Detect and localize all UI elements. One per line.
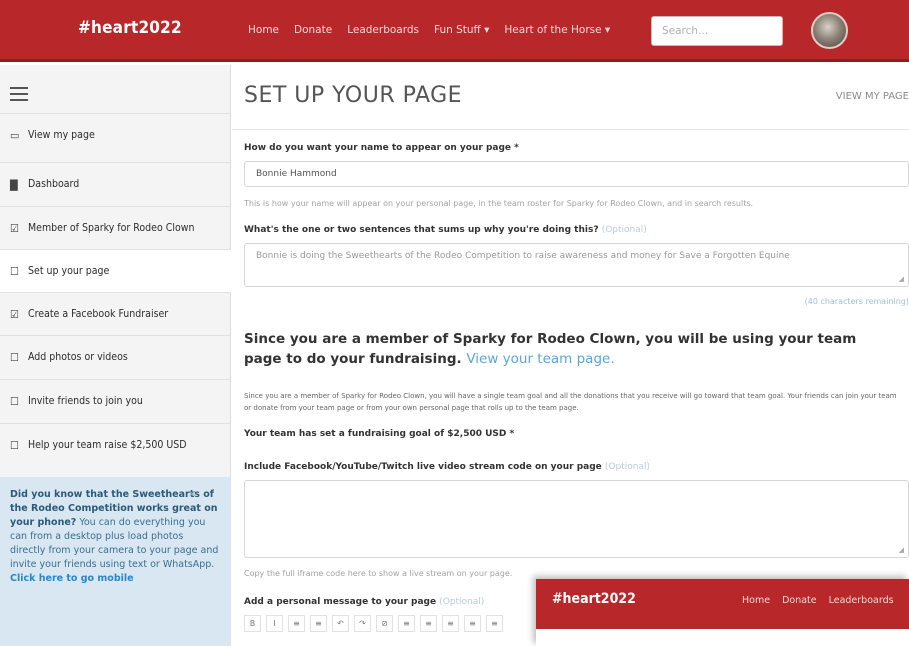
undo-icon[interactable]: ↶: [332, 615, 349, 632]
optional-tag: (Optional): [604, 462, 650, 472]
page-title: SET UP YOUR PAGE: [244, 83, 463, 108]
sidebar-item-facebook-fundraiser[interactable]: ☑ Create a Facebook Fundraiser: [0, 292, 231, 335]
preview-nav-leaderboards: Leaderboards: [828, 595, 894, 606]
sidebar-item-label: Dashboard: [28, 178, 80, 190]
unchecked-box-icon: ☐: [10, 264, 19, 278]
sidebar-item-help-team-raise[interactable]: ☐ Help your team raise $2,500 USD: [0, 423, 231, 466]
checked-box-icon: ☑: [10, 307, 19, 321]
redo-icon[interactable]: ↷: [354, 615, 371, 632]
sidebar-item-label: Invite friends to join you: [28, 395, 143, 407]
team-heading: Since you are a member of Sparky for Rod…: [244, 331, 857, 367]
nav-donate[interactable]: Donate: [294, 24, 332, 36]
sidebar-item-add-photos[interactable]: ☐ Add photos or videos: [0, 335, 231, 378]
summary-label: What's the one or two sentences that sum…: [244, 225, 647, 235]
top-navbar: #heart2022 Home Donate Leaderboards Fun …: [0, 0, 909, 62]
optional-tag: (Optional): [439, 597, 485, 607]
preview-body: [536, 629, 909, 646]
sidebar: ▭ View my page ▇ Dashboard ☑ Member of S…: [0, 65, 231, 646]
bar-chart-icon: ▇: [10, 177, 18, 191]
preview-nav-home: Home: [742, 595, 771, 606]
resize-handle-icon[interactable]: ◢: [899, 275, 904, 283]
sidebar-item-view-my-page[interactable]: ▭ View my page: [0, 113, 231, 156]
main-content: SET UP YOUR PAGE VIEW MY PAGE How do you…: [232, 65, 909, 646]
team-paragraph: Since you are a member of Sparky for Rod…: [244, 392, 897, 412]
italic-icon[interactable]: I: [266, 615, 283, 632]
name-help-text: This is how your name will appear on you…: [244, 199, 754, 208]
goal-label: Your team has set a fundraising goal of …: [244, 429, 515, 439]
sidebar-item-invite-friends[interactable]: ☐ Invite friends to join you: [0, 379, 231, 422]
indent-icon[interactable]: ≡: [486, 615, 503, 632]
preview-window: #heart2022 Home Donate Leaderboards: [536, 579, 909, 646]
view-team-page-link[interactable]: View your team page.: [466, 351, 614, 367]
video-label: Include Facebook/YouTube/Twitch live vid…: [244, 462, 650, 472]
unchecked-box-icon: ☐: [10, 438, 19, 452]
close-icon[interactable]: ×: [188, 487, 197, 501]
preview-nav-donate: Donate: [782, 595, 817, 606]
go-mobile-link[interactable]: Click here to go mobile: [10, 573, 134, 584]
preview-nav: Home Donate Leaderboards: [742, 595, 894, 606]
view-my-page-link[interactable]: VIEW MY PAGE: [836, 91, 909, 102]
sidebar-item-set-up-page[interactable]: ☐ Set up your page: [0, 249, 231, 292]
unchecked-box-icon: ☐: [10, 350, 19, 364]
clear-format-icon[interactable]: ⊘: [376, 615, 393, 632]
brand-logo[interactable]: #heart2022: [78, 18, 182, 38]
optional-tag: (Optional): [601, 225, 647, 235]
sidebar-item-label: Create a Facebook Fundraiser: [28, 308, 169, 320]
align-left-icon[interactable]: ≡: [398, 615, 415, 632]
sidebar-item-member-of-team[interactable]: ☑ Member of Sparky for Rodeo Clown: [0, 206, 231, 249]
align-right-icon[interactable]: ≡: [442, 615, 459, 632]
video-embed-textarea[interactable]: ◢: [244, 480, 909, 558]
message-label: Add a personal message to your page (Opt…: [244, 597, 485, 607]
justify-icon[interactable]: ≡: [464, 615, 481, 632]
main-nav: Home Donate Leaderboards Fun Stuff ▾ Hea…: [248, 24, 610, 36]
sidebar-item-label: Set up your page: [28, 265, 110, 277]
bold-icon[interactable]: B: [244, 615, 261, 632]
checked-box-icon: ☑: [10, 221, 19, 235]
unchecked-box-icon: ☐: [10, 394, 19, 408]
search-input[interactable]: Search...: [651, 16, 783, 46]
summary-value: Bonnie is doing the Sweethearts of the R…: [256, 251, 790, 261]
mobile-tip-box: × Did you know that the Sweethearts of t…: [0, 477, 231, 646]
avatar[interactable]: [811, 12, 848, 49]
nav-leaderboards[interactable]: Leaderboards: [347, 24, 419, 36]
editor-toolbar: B I ≡ ≡ ↶ ↷ ⊘ ≡ ≡ ≡ ≡ ≡: [244, 615, 503, 632]
sidebar-item-label: Add photos or videos: [28, 351, 128, 363]
summary-textarea[interactable]: Bonnie is doing the Sweethearts of the R…: [244, 243, 909, 287]
sidebar-item-label: Help your team raise $2,500 USD: [28, 439, 187, 451]
nav-heart-of-the-horse[interactable]: Heart of the Horse ▾: [504, 24, 610, 36]
sidebar-item-label: View my page: [28, 129, 95, 141]
preview-brand-logo: #heart2022: [552, 591, 636, 607]
divider: [232, 129, 909, 130]
bullet-list-icon[interactable]: ≡: [288, 615, 305, 632]
sidebar-item-dashboard[interactable]: ▇ Dashboard: [0, 162, 231, 205]
video-help-text: Copy the full iframe code here to show a…: [244, 569, 513, 578]
sidebar-item-label: Member of Sparky for Rodeo Clown: [28, 222, 195, 234]
monitor-icon: ▭: [10, 128, 20, 142]
name-field[interactable]: Bonnie Hammond: [244, 161, 909, 187]
numbered-list-icon[interactable]: ≡: [310, 615, 327, 632]
nav-home[interactable]: Home: [248, 24, 279, 36]
name-label: How do you want your name to appear on y…: [244, 143, 519, 153]
hamburger-menu-icon[interactable]: [10, 87, 28, 105]
align-center-icon[interactable]: ≡: [420, 615, 437, 632]
resize-handle-icon[interactable]: ◢: [899, 546, 904, 554]
character-counter: (40 characters remaining): [804, 297, 909, 306]
nav-fun-stuff[interactable]: Fun Stuff ▾: [434, 24, 489, 36]
